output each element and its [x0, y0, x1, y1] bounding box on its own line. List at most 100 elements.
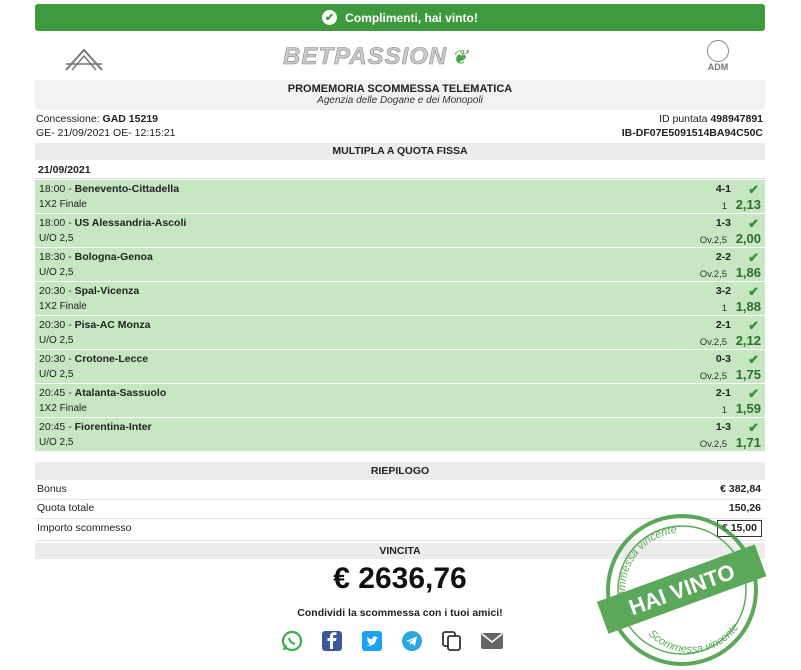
event-selection: Ov.2,5	[699, 439, 727, 450]
event-date: 21/09/2021	[35, 162, 765, 179]
event-match: Bologna-Genoa	[74, 251, 153, 263]
header: BETPASSION ❦ ADM	[35, 36, 765, 79]
event-score: 4-1	[715, 183, 731, 195]
event-score: 1-3	[715, 421, 731, 433]
event-score: 3-2	[715, 285, 731, 297]
copy-icon[interactable]	[440, 629, 464, 653]
adm-logo-right: ADM	[703, 40, 733, 76]
event-market: U/O 2,5	[39, 233, 74, 244]
share-icons	[280, 629, 520, 655]
event-row: 20:30 - Crotone-Lecce U/O 2,5 0-3 ✔ Ov.2,5 1,…	[35, 350, 765, 384]
importo-label: Importo scommesso	[37, 522, 132, 534]
ib-line: IB-DF07E5091514BA94C50C	[621, 127, 763, 139]
twitter-icon[interactable]	[360, 629, 384, 653]
check-icon: ✔	[748, 250, 759, 265]
event-time-match: 18:30 - Bologna-Genoa	[39, 251, 153, 263]
event-match: Fiorentina-Inter	[74, 421, 152, 433]
whatsapp-icon[interactable]	[280, 629, 304, 653]
adm-logo-left	[65, 48, 103, 71]
logo-text: BETPASSION	[283, 43, 448, 71]
event-match: Spal-Vicenza	[74, 285, 140, 297]
event-time-match: 20:30 - Crotone-Lecce	[39, 353, 149, 365]
win-banner-text: Complimenti, hai vinto!	[345, 10, 478, 25]
event-time: 20:30	[39, 353, 66, 365]
event-match: Pisa-AC Monza	[74, 319, 151, 331]
receipt-title: PROMEMORIA SCOMMESSA TELEMATICA Agenzia …	[35, 80, 765, 110]
leaf-icon: ❦	[451, 46, 470, 69]
event-score: 2-1	[715, 387, 731, 399]
event-row: 18:00 - US Alessandria-Ascoli U/O 2,5 1-3 ✔…	[35, 214, 765, 248]
event-odds: 1,86	[735, 265, 761, 280]
receipt-title-sub: Agenzia delle Dogane e dei Monopoli	[317, 95, 483, 106]
concessione-label: Concessione:	[36, 113, 100, 125]
event-selection: Ov.2,5	[699, 269, 727, 280]
bonus-row: Bonus € 382,84	[35, 479, 765, 500]
check-icon: ✔	[748, 420, 759, 435]
event-market: 1X2 Finale	[39, 199, 87, 210]
event-score: 0-3	[715, 353, 731, 365]
email-icon[interactable]	[480, 629, 504, 653]
event-time: 18:00	[39, 217, 66, 229]
event-time-match: 20:45 - Atalanta-Sassuolo	[39, 387, 167, 399]
check-icon: ✔	[748, 318, 759, 333]
event-score: 2-2	[715, 251, 731, 263]
event-market: U/O 2,5	[39, 267, 74, 278]
check-icon: ✔	[748, 284, 759, 299]
receipt-title-main: PROMEMORIA SCOMMESSA TELEMATICA	[287, 83, 513, 95]
quota-label: Quota totale	[37, 502, 95, 514]
concessione-value: GAD 15219	[102, 113, 158, 125]
event-market: U/O 2,5	[39, 369, 74, 380]
event-time: 18:00	[39, 183, 66, 195]
id-label: ID puntata	[659, 113, 708, 125]
event-time-match: 18:00 - Benevento-Cittadella	[39, 183, 180, 195]
event-odds: 1,75	[735, 367, 761, 382]
events-list: 18:00 - Benevento-Cittadella 1X2 Finale 4-…	[35, 180, 765, 452]
event-time: 20:30	[39, 319, 66, 331]
event-time-match: 20:30 - Pisa-AC Monza	[39, 319, 151, 331]
event-match: Benevento-Cittadella	[74, 183, 180, 195]
event-market: U/O 2,5	[39, 437, 74, 448]
hai-vinto-stamp: Scommessa vincente HAI VINTO Scommessa v…	[596, 514, 767, 670]
event-time: 20:30	[39, 285, 66, 297]
event-time-match: 20:30 - Spal-Vicenza	[39, 285, 140, 297]
event-selection: Ov.2,5	[699, 235, 727, 246]
id-puntata: ID puntata 498947891	[659, 113, 763, 125]
event-market: 1X2 Finale	[39, 403, 87, 414]
concessione: Concessione: GAD 15219	[36, 113, 158, 125]
win-banner: ✔ Complimenti, hai vinto!	[35, 4, 765, 31]
event-row: 20:30 - Spal-Vicenza 1X2 Finale 3-2 ✔ 1 1,88	[35, 282, 765, 316]
event-time: 20:45	[39, 421, 66, 433]
facebook-icon[interactable]	[320, 629, 344, 653]
event-selection: Ov.2,5	[699, 371, 727, 382]
check-icon: ✔	[748, 182, 759, 197]
event-market: U/O 2,5	[39, 335, 74, 346]
id-value: 498947891	[710, 113, 763, 125]
event-score: 1-3	[715, 217, 731, 229]
event-match: Crotone-Lecce	[74, 353, 149, 365]
event-odds: 1,88	[735, 299, 761, 314]
event-odds: 2,00	[735, 231, 761, 246]
event-time: 18:30	[39, 251, 66, 263]
emblem-icon	[707, 40, 729, 62]
adm-label: ADM	[707, 62, 729, 72]
event-row: 20:30 - Pisa-AC Monza U/O 2,5 2-1 ✔ Ov.2,5 2,…	[35, 316, 765, 350]
check-icon: ✔	[748, 216, 759, 231]
event-odds: 1,59	[735, 401, 761, 416]
event-selection: Ov.2,5	[699, 337, 727, 348]
event-selection: 1	[721, 405, 727, 416]
check-icon: ✔	[748, 386, 759, 401]
check-circle-icon: ✔	[322, 10, 338, 25]
event-row: 18:30 - Bologna-Genoa U/O 2,5 2-2 ✔ Ov.2,5 1,…	[35, 248, 765, 282]
telegram-icon[interactable]	[400, 629, 424, 653]
event-time-match: 18:00 - US Alessandria-Ascoli	[39, 217, 187, 229]
event-match: US Alessandria-Ascoli	[74, 217, 187, 229]
bonus-label: Bonus	[37, 483, 67, 495]
event-row: 20:45 - Atalanta-Sassuolo 1X2 Finale 2-1 ✔ 1…	[35, 384, 765, 418]
event-market: 1X2 Finale	[39, 301, 87, 312]
ge-line: GE- 21/09/2021 OE- 12:15:21	[36, 127, 176, 139]
event-selection: 1	[721, 303, 727, 314]
event-match: Atalanta-Sassuolo	[74, 387, 167, 399]
bonus-value: € 382,84	[720, 483, 761, 495]
event-time: 20:45	[39, 387, 66, 399]
event-odds: 2,12	[735, 333, 761, 348]
